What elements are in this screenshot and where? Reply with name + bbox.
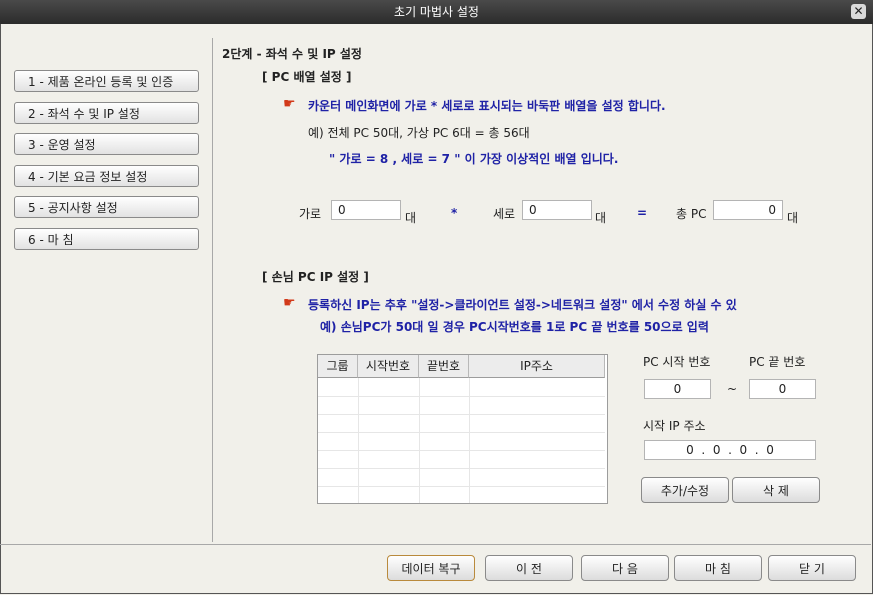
table-row-divider: [318, 468, 605, 469]
footer-divider: [0, 544, 871, 545]
start-ip-input[interactable]: 0 . 0 . 0 . 0: [644, 440, 816, 460]
column-header-group[interactable]: 그룹: [318, 355, 358, 378]
add-edit-button[interactable]: 추가/수정: [641, 477, 729, 503]
ip-table[interactable]: 그룹 시작번호 끝번호 IP주소: [317, 354, 608, 504]
pc-layout-section-title: [ PC 배열 설정 ]: [262, 70, 352, 84]
table-row-divider: [318, 486, 605, 487]
pc-layout-hint: 카운터 메인화면에 가로 * 세로로 표시되는 바둑판 배열을 설정 합니다.: [308, 99, 666, 113]
delete-button[interactable]: 삭 제: [732, 477, 820, 503]
sidebar-item-seats-ip[interactable]: 2 - 좌석 수 및 IP 설정: [14, 102, 199, 124]
total-pc-label: 총 PC: [676, 207, 707, 221]
title-bar: 초기 마법사 설정 ✕: [0, 0, 873, 24]
pc-start-input[interactable]: 0: [644, 379, 711, 399]
finish-button[interactable]: 마 침: [674, 555, 762, 581]
pc-end-label: PC 끝 번호: [749, 355, 806, 369]
sidebar-divider: [212, 38, 213, 542]
hand-pointer-icon: ☛: [283, 295, 296, 311]
multiply-sign: *: [451, 206, 458, 220]
range-tilde: ~: [727, 382, 738, 396]
next-button[interactable]: 다 음: [581, 555, 669, 581]
pc-layout-ideal: " 가로 = 8 , 세로 = 7 " 이 가장 이상적인 배열 입니다.: [329, 152, 619, 166]
height-label: 세로: [493, 207, 516, 221]
pc-end-input[interactable]: 0: [749, 379, 816, 399]
hand-pointer-icon: ☛: [283, 96, 296, 112]
guest-ip-example: 예) 손님PC가 50대 일 경우 PC시작번호를 1로 PC 끝 번호를 50…: [320, 320, 709, 334]
sidebar-item-notice[interactable]: 5 - 공지사항 설정: [14, 196, 199, 218]
column-header-ip[interactable]: IP주소: [469, 355, 605, 378]
table-row-divider: [318, 450, 605, 451]
sidebar-item-finish[interactable]: 6 - 마 침: [14, 228, 199, 250]
total-pc-unit: 대: [787, 211, 799, 225]
sidebar-item-fee[interactable]: 4 - 기본 요금 정보 설정: [14, 165, 199, 187]
close-icon[interactable]: ✕: [851, 4, 866, 19]
close-button[interactable]: 닫 기: [768, 555, 856, 581]
guest-ip-section-title: [ 손님 PC IP 설정 ]: [262, 270, 369, 284]
start-ip-label: 시작 IP 주소: [643, 419, 706, 433]
column-header-end[interactable]: 끝번호: [419, 355, 469, 378]
total-pc-input[interactable]: 0: [713, 200, 783, 220]
guest-ip-hint: 등록하신 IP는 추후 "설정->클라이언트 설정->네트워크 설정" 에서 수…: [308, 298, 737, 312]
sidebar-item-registration[interactable]: 1 - 제품 온라인 등록 및 인증: [14, 70, 199, 92]
equals-sign: =: [637, 206, 648, 220]
column-header-start[interactable]: 시작번호: [358, 355, 419, 378]
sidebar-item-operation[interactable]: 3 - 운영 설정: [14, 133, 199, 155]
table-row-divider: [318, 396, 605, 397]
width-unit: 대: [405, 211, 417, 225]
table-row-divider: [318, 432, 605, 433]
height-unit: 대: [595, 211, 607, 225]
table-row-divider: [318, 414, 605, 415]
step-title: 2단계 - 좌석 수 및 IP 설정: [222, 47, 362, 61]
pc-layout-example: 예) 전체 PC 50대, 가상 PC 6대 = 총 56대: [308, 126, 530, 140]
height-input[interactable]: 0: [522, 200, 592, 220]
prev-button[interactable]: 이 전: [485, 555, 573, 581]
pc-start-label: PC 시작 번호: [643, 355, 711, 369]
restore-data-button[interactable]: 데이터 복구: [387, 555, 475, 581]
width-label: 가로: [299, 207, 322, 221]
window-title: 초기 마법사 설정: [394, 5, 479, 19]
width-input[interactable]: 0: [331, 200, 401, 220]
